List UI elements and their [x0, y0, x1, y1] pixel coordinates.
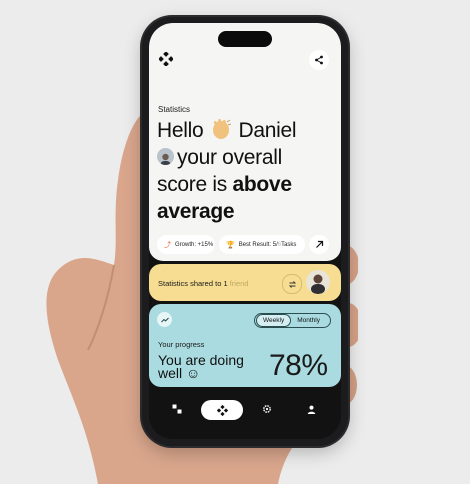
growth-chip[interactable]: ⤴ Growth: +15% — [157, 235, 215, 254]
section-label: Statistics — [158, 105, 191, 114]
trend-icon — [160, 317, 169, 322]
avatar — [157, 148, 174, 165]
arrow-up-right-icon — [315, 240, 323, 248]
greeting: Hello — [157, 119, 204, 142]
best-result-chip[interactable]: 🏆 Best Result: 5/6 Tasks — [219, 235, 305, 254]
best-result-label: Best Result: 5/ — [238, 241, 278, 248]
bottom-nav — [149, 391, 341, 439]
toggle-weekly[interactable]: Weekly — [256, 314, 292, 327]
shared-muted: friend — [229, 279, 249, 288]
progress-card: Weekly Monthly Your progress You are doi… — [149, 304, 341, 387]
friend-avatar[interactable] — [306, 270, 330, 294]
share-icon — [315, 55, 323, 65]
apps-icon — [172, 404, 182, 414]
shared-card[interactable]: Statistics shared to 1 friend — [149, 264, 341, 301]
shared-text: Statistics shared to 1 friend — [158, 279, 248, 288]
shared-label: Statistics shared to 1 — [158, 279, 230, 288]
nav-apps[interactable] — [169, 401, 185, 417]
headline: Hello Daniel your overall score is above… — [157, 117, 337, 225]
growth-label: Growth: +15% — [175, 241, 214, 248]
trend-up-icon: ⤴ — [164, 241, 171, 249]
progress-label: Your progress — [158, 340, 205, 349]
phone-screen: Statistics Hello Daniel your overall sco… — [149, 23, 341, 439]
best-result-suffix: Tasks — [281, 241, 297, 248]
smile-icon: ☺ — [186, 365, 201, 381]
nav-profile[interactable] — [303, 401, 319, 417]
trend-button[interactable] — [157, 312, 172, 327]
settings-icon — [263, 405, 271, 413]
home-icon — [216, 404, 228, 416]
progress-percent: 78% — [269, 349, 328, 382]
profile-icon — [307, 405, 315, 414]
headline-part1: your overall — [177, 146, 282, 169]
nav-home[interactable] — [201, 400, 243, 420]
nav-settings[interactable] — [259, 401, 275, 417]
app-logo-icon — [159, 52, 173, 66]
share-button[interactable] — [309, 50, 329, 70]
swap-icon — [288, 280, 296, 288]
trophy-icon: 🏆 — [226, 241, 235, 249]
progress-headline: You are doing well ☺ — [158, 352, 244, 381]
headline-part2: score is — [157, 173, 233, 196]
toggle-monthly[interactable]: Monthly — [291, 317, 326, 324]
waving-hand-icon — [212, 118, 232, 139]
dynamic-island — [218, 31, 272, 47]
statistics-card: Statistics Hello Daniel your overall sco… — [149, 23, 341, 261]
user-name: Daniel — [238, 119, 297, 142]
period-toggle: Weekly Monthly — [254, 313, 331, 328]
swap-button[interactable] — [282, 274, 302, 294]
open-details-button[interactable] — [309, 235, 329, 254]
